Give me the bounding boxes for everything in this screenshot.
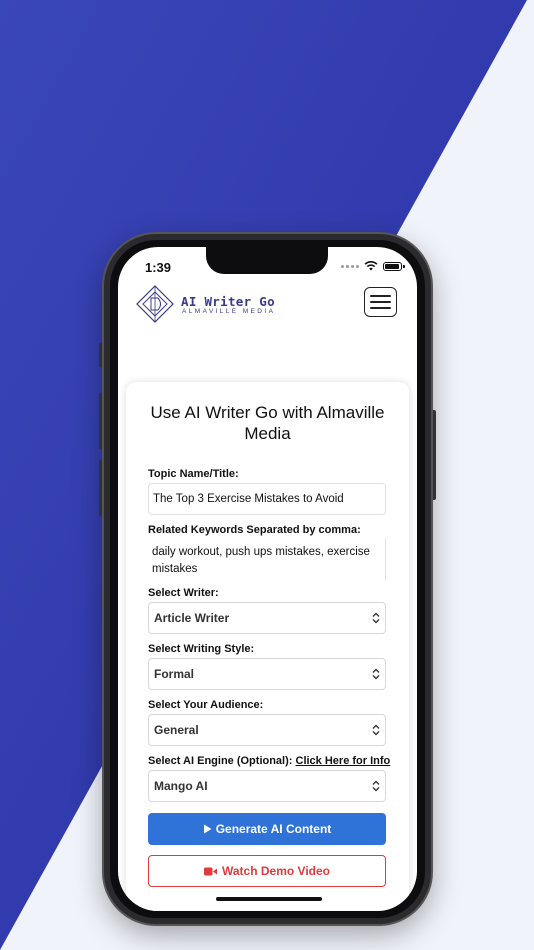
audience-select[interactable]: General [148,714,386,746]
form-card: Use AI Writer Go with Almaville Media To… [126,382,409,911]
watch-demo-button[interactable]: Watch Demo Video [148,855,386,887]
battery-icon [383,261,405,271]
cellular-dots-icon [341,264,359,268]
status-time: 1:39 [145,260,172,275]
topic-input[interactable]: The Top 3 Exercise Mistakes to Avoid [148,483,386,515]
logo-subtitle: ALMAVILLE MEDIA [182,308,276,315]
engine-label: Select AI Engine (Optional): Click Here … [148,755,390,767]
play-icon [203,824,212,834]
video-camera-icon [203,867,217,875]
audience-label: Select Your Audience: [148,699,264,711]
wifi-icon [364,261,378,271]
engine-info-link[interactable]: Click Here for Info [296,755,391,767]
chevron-up-down-icon [372,612,380,624]
hamburger-menu-icon[interactable] [364,287,397,317]
chevron-up-down-icon [372,724,380,736]
form-title: Use AI Writer Go with Almaville Media [150,403,385,443]
generate-content-label: Generate AI Content [215,822,332,836]
generate-content-button[interactable]: Generate AI Content [148,813,386,845]
style-label: Select Writing Style: [148,643,255,655]
engine-label-text: Select AI Engine (Optional): [148,755,293,767]
writer-label: Select Writer: [148,587,219,599]
writer-select-value: Article Writer [154,611,230,625]
keywords-textarea[interactable]: daily workout, push ups mistakes, exerci… [148,538,386,580]
notch [206,247,328,274]
style-select[interactable]: Formal [148,658,386,690]
logo-title: AI Writer Go [181,294,275,309]
watch-demo-label: Watch Demo Video [221,864,331,878]
engine-select-value: Mango AI [154,779,208,793]
app-header: AI Writer Go ALMAVILLE MEDIA [136,285,399,327]
audience-select-value: General [154,723,199,737]
status-icons [341,261,405,271]
power-button [431,410,436,500]
home-indicator [216,897,322,901]
keywords-label: Related Keywords Separated by comma: [148,524,361,536]
style-select-value: Formal [154,667,195,681]
writer-select[interactable]: Article Writer [148,602,386,634]
topic-label: Topic Name/Title: [148,468,239,480]
chevron-up-down-icon [372,780,380,792]
phone-screen: 1:39 AI Writer Go ALMAVILLE MEDIA Use AI… [118,247,417,911]
engine-select[interactable]: Mango AI [148,770,386,802]
logo-diamond-icon [136,285,174,323]
chevron-up-down-icon [372,668,380,680]
